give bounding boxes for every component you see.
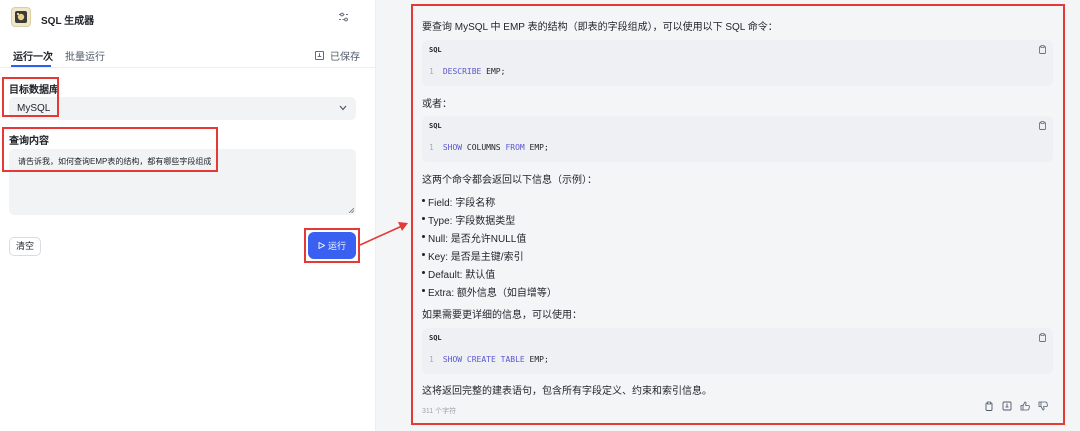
result-both-return: 这两个命令都会返回以下信息（示例）： <box>422 175 597 186</box>
result-or: 或者： <box>422 99 452 110</box>
code-lang-label: SQL <box>429 334 442 342</box>
code-block-show-create: SQL 1 SHOW CREATE TABLE EMP; <box>422 328 1053 374</box>
saved-label: 已保存 <box>330 52 360 63</box>
app-header: SQL 生成器 <box>0 0 375 38</box>
tab-run-once[interactable]: 运行一次 <box>13 48 53 63</box>
copy-icon[interactable] <box>1038 121 1047 130</box>
list-item: Key: 是否是主键/索引 <box>422 248 524 263</box>
sql-rest: EMP; <box>524 143 549 152</box>
code-block-describe: SQL 1 DESCRIBE EMP; <box>422 40 1053 86</box>
result-panel: 要查询 MySQL 中 EMP 表的结构（即表的字段组成），可以使用以下 SQL… <box>376 0 1080 431</box>
saved-status[interactable]: 已保存 <box>315 48 360 63</box>
settings-sliders-icon[interactable] <box>338 11 350 23</box>
code-block-show-columns: SQL 1 SHOW COLUMNS FROM EMP; <box>422 116 1053 162</box>
sql-mid: COLUMNS <box>462 143 506 152</box>
sql-keyword: DESCRIBE <box>442 67 482 76</box>
sql-keyword: FROM <box>505 143 525 152</box>
save-icon <box>315 51 324 60</box>
app-title: SQL 生成器 <box>41 16 95 27</box>
save-result-button[interactable] <box>1000 399 1014 413</box>
sql-keyword: SHOW CREATE TABLE <box>442 355 525 364</box>
copy-icon[interactable] <box>1038 45 1047 54</box>
tab-batch-run[interactable]: 批量运行 <box>65 48 105 63</box>
clear-button[interactable]: 清空 <box>9 237 41 256</box>
result-more-detail: 如果需要更详细的信息，可以使用： <box>422 310 582 321</box>
code-lang-label: SQL <box>429 46 442 54</box>
active-tab-indicator <box>11 65 51 67</box>
result-actions <box>982 399 1050 413</box>
run-label: 运行 <box>327 241 346 251</box>
sql-rest: EMP; <box>524 355 549 364</box>
thumbs-down-icon <box>1038 401 1048 411</box>
query-label: 查询内容 <box>9 136 49 147</box>
chevron-down-icon <box>339 105 347 111</box>
result-content: 要查询 MySQL 中 EMP 表的结构（即表的字段组成），可以使用以下 SQL… <box>412 6 1062 424</box>
thumbs-up-button[interactable] <box>1018 399 1032 413</box>
app-logo-icon <box>11 7 31 27</box>
query-text: 请告诉我，如何查询EMP表的结构，都有哪些字段组成 <box>18 157 212 166</box>
copy-icon[interactable] <box>1038 333 1047 342</box>
run-mode-tabs: 运行一次 批量运行 已保存 <box>0 44 375 68</box>
list-item: Null: 是否允许NULL值 <box>421 230 526 245</box>
target-db-select[interactable]: MySQL <box>9 97 356 120</box>
copy-result-button[interactable] <box>982 399 996 413</box>
target-db-label: 目标数据库 <box>9 85 59 96</box>
thumbs-up-icon <box>1020 401 1030 411</box>
sql-keyword: SHOW <box>442 143 463 152</box>
resize-grip-icon[interactable] <box>348 207 354 213</box>
config-panel: SQL 生成器 运行一次 批量运行 已保存 目标数据库 MySQL 查询内容 请… <box>0 0 375 431</box>
code-line: 1 SHOW COLUMNS FROM EMP; <box>429 143 549 152</box>
list-item: Extra: 额外信息（如自增等） <box>422 284 557 299</box>
list-item: Type: 字段数据类型 <box>421 212 515 227</box>
result-intro: 要查询 MySQL 中 EMP 表的结构（即表的字段组成），可以使用以下 SQL… <box>422 22 778 33</box>
run-button[interactable]: 运行 <box>308 232 356 259</box>
target-db-value: MySQL <box>17 103 51 114</box>
sql-rest: EMP; <box>481 67 506 76</box>
code-line: 1 SHOW CREATE TABLE EMP; <box>429 355 549 364</box>
list-item: Field: 字段名称 <box>421 194 495 209</box>
query-textarea[interactable]: 请告诉我，如何查询EMP表的结构，都有哪些字段组成 <box>9 149 356 215</box>
thumbs-down-button[interactable] <box>1036 399 1050 413</box>
line-number: 1 <box>429 67 434 76</box>
list-item: Default: 默认值 <box>421 266 495 281</box>
char-count: 311 个字符 <box>422 408 457 415</box>
play-icon <box>318 242 325 249</box>
copy-icon <box>985 401 993 411</box>
code-lang-label: SQL <box>429 122 442 130</box>
line-number: 1 <box>429 355 434 364</box>
line-number: 1 <box>429 143 434 152</box>
code-line: 1 DESCRIBE EMP; <box>429 67 505 76</box>
save-icon <box>1002 401 1012 411</box>
result-closing: 这将返回完整的建表语句，包含所有字段定义、约束和索引信息。 <box>422 386 712 397</box>
